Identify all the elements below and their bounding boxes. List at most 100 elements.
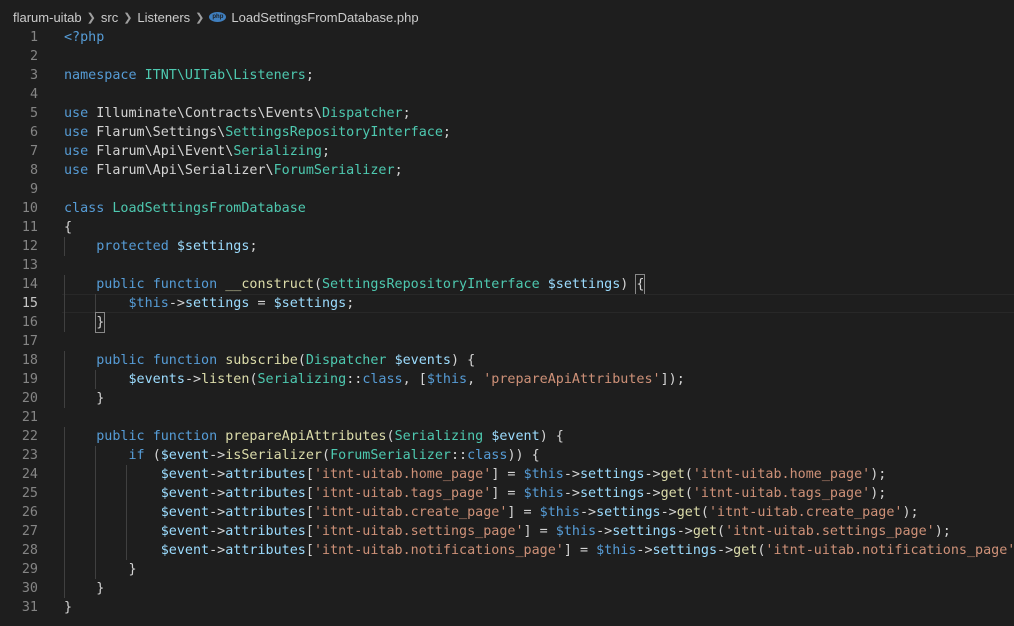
code-line[interactable]: 10 class LoadSettingsFromDatabase [0, 199, 1014, 218]
code-line[interactable]: 6 use Flarum\Settings\ SettingsRepositoryI… [0, 123, 1014, 142]
code-token: -> [209, 467, 226, 482]
code-line[interactable]: 26 $event -> attributes['itnt-uitab.create… [0, 503, 1014, 522]
code-line[interactable]: 27 $event -> attributes['itnt-uitab.settin… [0, 522, 1014, 541]
line-number: 14 [21, 277, 38, 292]
code-token: $event [160, 524, 210, 539]
code-token: 'itnt-uitab.tags_page' [692, 486, 871, 501]
code-token: ) { [451, 353, 476, 368]
code-line[interactable]: 23 if ($event -> isSerializer(ForumSeriali… [0, 446, 1014, 465]
code-line[interactable]: 2 [0, 47, 1014, 66]
code-line[interactable]: 9 [0, 180, 1014, 199]
code-token: attributes [225, 467, 306, 482]
code-line[interactable]: 28 $event -> attributes['itnt-uitab.notifi… [0, 541, 1014, 560]
code-token: $event [160, 486, 210, 501]
code-line[interactable]: 13 [0, 256, 1014, 275]
code-line[interactable]: 22 public function prepareApiAttributes(… [0, 427, 1014, 446]
code-line[interactable]: 15 $this -> settings = $settings; [0, 294, 1014, 313]
code-token: ] = [491, 467, 524, 482]
code-token: , [ [402, 372, 427, 387]
code-token: } [64, 600, 73, 615]
code-token: 'itnt-uitab.settings_page' [725, 524, 935, 539]
code-token: :: [346, 372, 363, 387]
line-number: 22 [21, 429, 38, 444]
code-token: $event [491, 429, 540, 444]
line-number: 27 [21, 524, 38, 539]
code-token: get [676, 505, 701, 520]
code-token: ) { [539, 429, 564, 444]
code-text: $events -> listen(Serializing:: class, [$th… [64, 370, 685, 389]
code-line[interactable]: 4 [0, 85, 1014, 104]
code-text: use Illuminate\Contracts\Events\ Dispatch… [64, 104, 411, 123]
code-token: ( [757, 543, 766, 558]
code-line[interactable]: 12 protected $settings; [0, 237, 1014, 256]
code-token: ( [717, 524, 726, 539]
code-line[interactable]: 21 [0, 408, 1014, 427]
code-token: $this [128, 296, 169, 311]
code-token: ]); [660, 372, 685, 387]
code-token: ; [249, 239, 258, 254]
code-text: } [64, 598, 72, 617]
code-line[interactable]: 11 { [0, 218, 1014, 237]
code-token: } [64, 562, 137, 577]
code-token: -> [644, 467, 661, 482]
line-number: 5 [29, 106, 38, 121]
code-token: attributes [225, 486, 306, 501]
code-token: get [733, 543, 758, 558]
code-token: <?php [64, 30, 105, 45]
code-token: = [249, 296, 274, 311]
code-line[interactable]: 29 } [0, 560, 1014, 579]
line-number: 30 [21, 581, 38, 596]
code-token: subscribe [225, 353, 298, 368]
code-line[interactable]: 25 $event -> attributes['itnt-uitab.tags_p… [0, 484, 1014, 503]
code-text: public function subscribe(Dispatcher $ev… [64, 351, 475, 370]
code-token: $this [523, 467, 564, 482]
code-token: ( [322, 448, 331, 463]
chevron-right-icon: ❯ [86, 12, 96, 24]
code-line[interactable]: 17 [0, 332, 1014, 351]
code-token: ForumSerializer [273, 163, 395, 178]
code-line[interactable]: 31} [0, 598, 1014, 617]
code-token: class [362, 372, 403, 387]
code-token: public [96, 429, 153, 444]
code-line[interactable]: 18 public function subscribe(Dispatcher … [0, 351, 1014, 370]
code-editor[interactable]: 1 <?php 2 3 namespace ITNT\UITab\Listeners; 4… [0, 28, 1014, 626]
code-text: } [64, 312, 106, 333]
code-token: use [64, 144, 97, 159]
code-line[interactable]: 1 <?php [0, 28, 1014, 47]
chevron-right-icon: ❯ [123, 12, 133, 24]
code-token: -> [660, 505, 677, 520]
code-text: class LoadSettingsFromDatabase [64, 199, 306, 218]
code-token: $settings [273, 296, 347, 311]
code-token: ); [934, 524, 951, 539]
code-token: Flarum\Api\Serializer\ [96, 163, 274, 178]
chevron-right-icon: ❯ [195, 12, 205, 24]
code-line[interactable]: 16 } [0, 312, 1014, 333]
line-number: 26 [21, 505, 38, 520]
code-line[interactable]: 20 } [0, 389, 1014, 408]
code-token: protected [96, 239, 177, 254]
code-line[interactable]: 24 $event -> attributes['itnt-uitab.home_p… [0, 465, 1014, 484]
line-number: 18 [21, 353, 38, 368]
code-token: ) [620, 277, 637, 292]
breadcrumb-item-src[interactable]: src [101, 10, 118, 25]
code-line[interactable]: 8 use Flarum\Api\Serializer\ ForumSerializ… [0, 161, 1014, 180]
line-number: 17 [21, 334, 38, 349]
code-line[interactable]: 14 public function __construct(SettingsR… [0, 274, 1014, 295]
line-number: 15 [21, 296, 38, 311]
code-line[interactable]: 3 namespace ITNT\UITab\Listeners; [0, 66, 1014, 85]
code-token: [ [305, 486, 314, 501]
code-line[interactable]: 7 use Flarum\Api\Event\ Serializing; [0, 142, 1014, 161]
breadcrumb-item-file[interactable]: LoadSettingsFromDatabase.php [231, 10, 418, 25]
breadcrumb-item-listeners[interactable]: Listeners [137, 10, 190, 25]
code-token: -> [563, 486, 580, 501]
code-text: } [64, 389, 104, 408]
code-line[interactable]: 19 $events -> listen(Serializing:: class, [… [0, 370, 1014, 389]
code-line[interactable]: 5 use Illuminate\Contracts\Events\ Dispatc… [0, 104, 1014, 123]
code-token: ] = [507, 505, 540, 520]
code-line[interactable]: 30 } [0, 579, 1014, 598]
breadcrumb-item-project[interactable]: flarum-uitab [13, 10, 82, 25]
